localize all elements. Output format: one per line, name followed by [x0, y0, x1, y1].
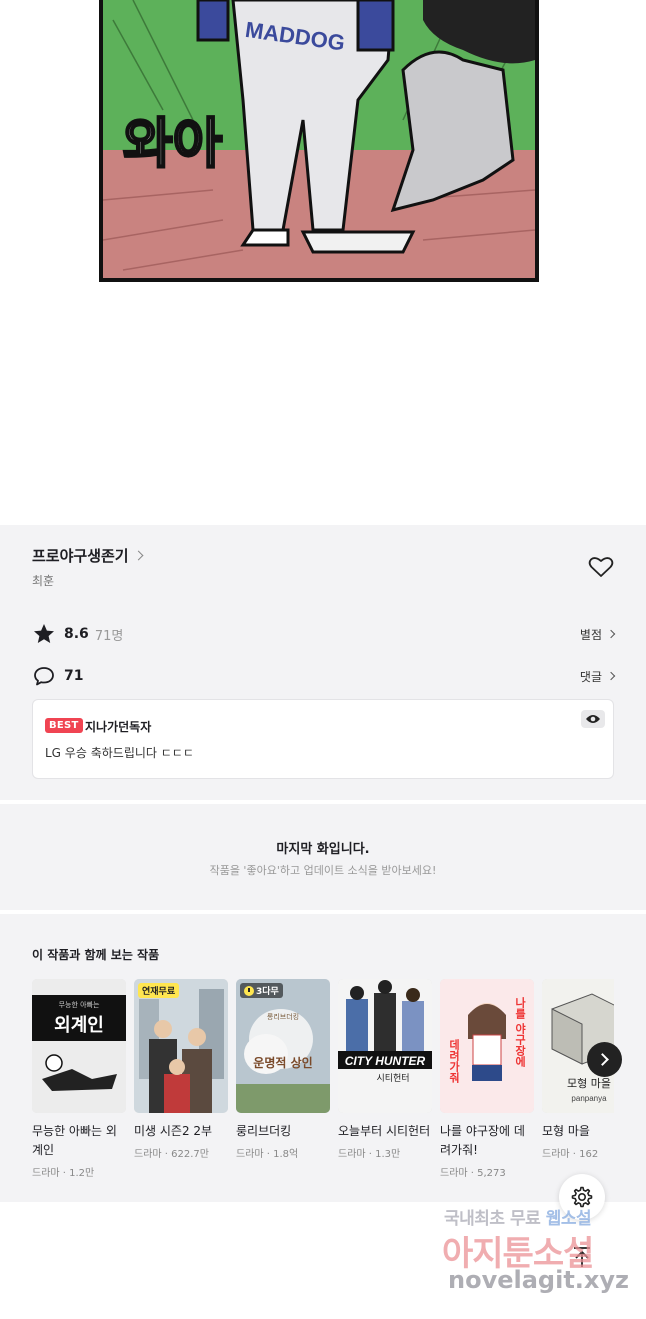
cover-small-text: 데려가줘	[448, 1038, 461, 1084]
chevron-right-icon	[606, 629, 616, 639]
rating-link[interactable]: 별점	[579, 626, 616, 643]
card-meta: 드라마 · 1.8억	[236, 1149, 299, 1160]
work-title-link[interactable]: 프로야구생존기	[32, 545, 144, 566]
card-title: 나를 야구장에 데려가줘!	[440, 1124, 525, 1157]
wait-free-badge: 3다무	[240, 983, 283, 998]
watermark: 국내최초 무료 웹소설 아지툰소설 novelagit.xyz	[430, 1200, 640, 1310]
comment-text: LG 우승 축하드립니다 ㄷㄷㄷ	[45, 746, 194, 760]
card-thumbnail: 롱리브더킹 운명적 상인 3다무	[236, 979, 330, 1113]
watermark-url: novelagit.xyz	[448, 1266, 630, 1294]
rating-link-label: 별점	[579, 627, 602, 642]
free-badge: 연재무료	[138, 983, 180, 998]
comic-viewer: MADDOG 와아	[0, 0, 646, 525]
chevron-right-icon	[133, 550, 144, 561]
rating-value: 8.6	[64, 626, 89, 642]
last-episode-notice: 마지막 화입니다. 작품을 '좋아요'하고 업데이트 소식을 받아보세요!	[0, 804, 646, 910]
sound-effect-text: 와아	[123, 112, 223, 175]
last-episode-title: 마지막 화입니다.	[276, 842, 370, 857]
cover-small-text: 무능한 아빠는	[59, 1000, 100, 1009]
card-title: 무능한 아빠는 외계인	[32, 1124, 117, 1157]
chevron-right-icon	[596, 1053, 609, 1066]
recommendation-card[interactable]: 무능한 아빠는 외계인 무능한 아빠는 외계인 드라마 · 1.2만	[32, 979, 126, 1179]
recommendation-card[interactable]: 연재무료 미생 시즌2 2부 드라마 · 622.7만	[134, 979, 228, 1160]
card-meta: 드라마 · 1.2만	[32, 1168, 95, 1179]
comment-row: 71 댓글	[32, 663, 616, 689]
card-thumbnail: 무능한 아빠는 외계인	[32, 979, 126, 1113]
recommendation-card[interactable]: 롱리브더킹 운명적 상인 3다무 룽리브더킹 드라마 · 1.8억	[236, 979, 330, 1160]
gear-icon	[571, 1186, 593, 1208]
cover-title-text: 외계인	[54, 1015, 104, 1036]
settings-button[interactable]	[559, 1174, 605, 1220]
card-thumbnail: 연재무료	[134, 979, 228, 1113]
recommendations-section: 이 작품과 함께 보는 작품 무능한 아빠는 외계인 무능한 아빠는 외계인 드…	[0, 914, 646, 1202]
card-title: 미생 시즌2 2부	[134, 1124, 213, 1138]
comment-link[interactable]: 댓글	[579, 668, 616, 685]
scroll-top-button[interactable]	[565, 1240, 599, 1274]
heart-icon[interactable]	[588, 555, 614, 579]
star-icon	[32, 622, 56, 646]
rating-count: 71명	[94, 628, 124, 644]
card-thumbnail: CITY HUNTER 시티헌터	[338, 979, 432, 1113]
last-episode-subtitle: 작품을 '좋아요'하고 업데이트 소식을 받아보세요!	[209, 864, 437, 877]
recommendation-card[interactable]: CITY HUNTER 시티헌터 오늘부터 시티헌터 드라마 · 1.3만	[338, 979, 432, 1160]
comic-panel: MADDOG 와아	[99, 0, 539, 282]
card-title: 룽리브더킹	[236, 1124, 292, 1138]
best-comment-card[interactable]: BEST 지나가던독자 LG 우승 축하드립니다 ㄷㄷㄷ	[32, 699, 614, 779]
cover-title-text: 모형 마을	[567, 1077, 611, 1090]
card-thumbnail: 데려가줘 나를 야구장에	[440, 979, 534, 1113]
recommendations-carousel[interactable]: 무능한 아빠는 외계인 무능한 아빠는 외계인 드라마 · 1.2만 연재무료	[32, 979, 614, 1189]
card-meta: 드라마 · 622.7만	[134, 1149, 209, 1160]
comment-count: 71	[64, 668, 84, 684]
watermark-tagline: 국내최초 무료	[444, 1209, 541, 1229]
rating-row: 8.6 71명 별점	[32, 621, 616, 647]
cover-title-text: 운명적 상인	[253, 1055, 312, 1070]
wait-free-label: 3다무	[256, 987, 279, 997]
cover-title-text: CITY HUNTER	[345, 1054, 426, 1068]
comment-username: 지나가던독자	[85, 720, 152, 734]
work-author: 최훈	[32, 574, 55, 588]
card-meta: 드라마 · 1.3만	[338, 1149, 401, 1160]
cover-title-text: 나를 야구장에	[514, 996, 527, 1068]
best-badge: BEST	[45, 718, 83, 733]
comment-link-label: 댓글	[579, 669, 602, 684]
work-title: 프로야구생존기	[32, 547, 129, 565]
recommendations-heading: 이 작품과 함께 보는 작품	[32, 948, 160, 962]
card-meta: 드라마 · 5,273	[440, 1168, 506, 1179]
arrow-up-icon	[574, 1247, 590, 1267]
eye-icon[interactable]	[581, 710, 605, 728]
cover-small-text: 롱리브더킹	[267, 1012, 299, 1021]
card-meta: 드라마 · 162	[542, 1149, 599, 1160]
cover-small-text: 시티헌터	[376, 1073, 409, 1084]
carousel-next-button[interactable]	[587, 1042, 622, 1077]
work-info-section: 프로야구생존기 최훈 8.6 71명 별점 71 댓글 BEST 지나가던독자 …	[0, 525, 646, 800]
card-title: 모형 마을	[542, 1124, 590, 1138]
chevron-right-icon	[606, 671, 616, 681]
comment-icon	[32, 664, 56, 688]
clock-icon	[244, 985, 254, 996]
cover-small-text: panpanya	[571, 1094, 607, 1103]
comic-image: MADDOG 와아	[103, 0, 535, 278]
card-title: 오늘부터 시티헌터	[338, 1124, 431, 1138]
recommendation-card[interactable]: 데려가줘 나를 야구장에 나를 야구장에 데려가줘! 드라마 · 5,273	[440, 979, 534, 1179]
